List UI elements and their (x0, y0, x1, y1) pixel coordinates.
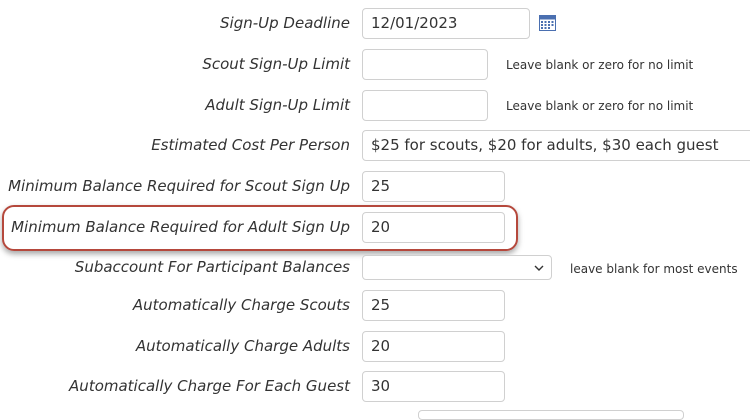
row-estimated-cost: Estimated Cost Per Person $25 for scouts… (0, 130, 750, 162)
adult-signup-limit-label: Adult Sign-Up Limit (205, 96, 350, 114)
subaccount-label: Subaccount For Participant Balances (74, 258, 350, 276)
charge-guest-input[interactable]: 30 (362, 371, 505, 402)
row-subaccount: Subaccount For Participant Balances leav… (0, 255, 750, 287)
estimated-cost-input[interactable]: $25 for scouts, $20 for adults, $30 each… (362, 130, 750, 161)
row-charge-scouts: Automatically Charge Scouts 25 (0, 290, 750, 322)
charge-guest-label: Automatically Charge For Each Guest (69, 377, 350, 395)
min-balance-adult-label: Minimum Balance Required for Adult Sign … (11, 218, 350, 236)
min-balance-scout-input[interactable]: 25 (362, 171, 505, 202)
subaccount-hint: leave blank for most events (570, 262, 738, 276)
estimated-cost-label: Estimated Cost Per Person (151, 136, 350, 154)
row-adult-signup-limit: Adult Sign-Up Limit Leave blank or zero … (0, 90, 750, 122)
row-scout-signup-limit: Scout Sign-Up Limit Leave blank or zero … (0, 49, 750, 81)
row-charge-guest: Automatically Charge For Each Guest 30 (0, 371, 750, 403)
min-balance-scout-label: Minimum Balance Required for Scout Sign … (8, 177, 350, 195)
charge-adults-input[interactable]: 20 (362, 331, 505, 362)
adult-signup-limit-hint: Leave blank or zero for no limit (506, 99, 694, 113)
subaccount-select[interactable] (362, 255, 552, 280)
signup-deadline-label: Sign-Up Deadline (220, 14, 350, 32)
row-min-balance-scout: Minimum Balance Required for Scout Sign … (0, 171, 750, 203)
scout-signup-limit-label: Scout Sign-Up Limit (202, 55, 350, 73)
row-signup-deadline: Sign-Up Deadline 12/01/2023 (0, 8, 750, 40)
adult-signup-limit-input[interactable] (362, 90, 488, 121)
next-field-partial[interactable] (418, 410, 684, 420)
calendar-icon[interactable] (539, 15, 556, 31)
chevron-down-icon (534, 265, 544, 271)
charge-adults-label: Automatically Charge Adults (135, 337, 350, 355)
min-balance-adult-input[interactable]: 20 (362, 212, 505, 243)
signup-deadline-input[interactable]: 12/01/2023 (362, 8, 530, 39)
row-charge-adults: Automatically Charge Adults 20 (0, 331, 750, 363)
row-min-balance-adult: Minimum Balance Required for Adult Sign … (0, 212, 750, 244)
charge-scouts-label: Automatically Charge Scouts (132, 296, 350, 314)
scout-signup-limit-input[interactable] (362, 49, 488, 80)
scout-signup-limit-hint: Leave blank or zero for no limit (506, 58, 694, 72)
charge-scouts-input[interactable]: 25 (362, 290, 505, 321)
